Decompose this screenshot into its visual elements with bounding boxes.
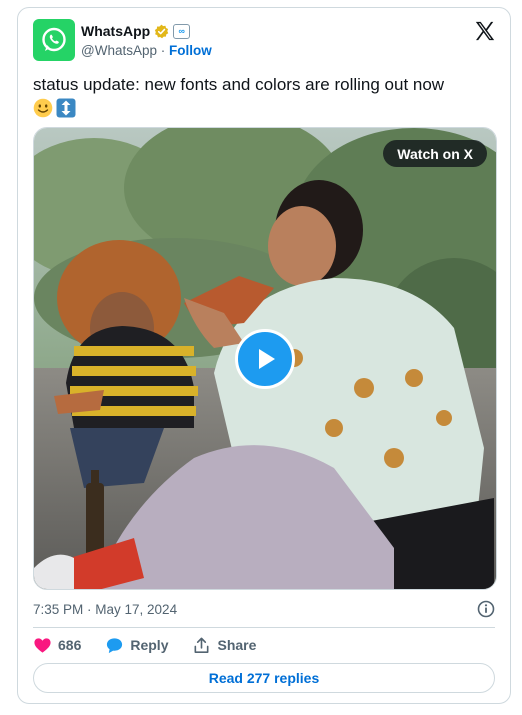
- timestamp-row: 7:35 PM · May 17, 2024: [33, 598, 495, 620]
- share-label: Share: [217, 637, 257, 653]
- avatar[interactable]: [33, 19, 75, 61]
- slightly-smiling-face-emoji-icon: [33, 98, 53, 118]
- tweet-card: WhatsApp ∞ @WhatsApp · Follow status upd…: [17, 7, 511, 704]
- info-icon[interactable]: [477, 600, 495, 618]
- account-name[interactable]: WhatsApp: [81, 22, 150, 40]
- reply-label: Reply: [130, 637, 169, 653]
- reply-bubble-icon: [107, 637, 123, 653]
- affiliate-badge-icon[interactable]: ∞: [173, 23, 191, 39]
- tweet-header: WhatsApp ∞ @WhatsApp · Follow: [33, 19, 496, 63]
- divider: [33, 627, 495, 628]
- tweet-text: status update: new fonts and colors are …: [33, 75, 445, 94]
- like-button[interactable]: 686: [33, 636, 81, 655]
- verified-badge-icon[interactable]: [154, 24, 169, 39]
- account-names: WhatsApp ∞ @WhatsApp · Follow: [81, 22, 212, 60]
- share-button[interactable]: Share: [192, 636, 256, 655]
- play-icon: [259, 349, 275, 369]
- handle-separator: ·: [160, 43, 166, 58]
- whatsapp-logo-icon: [42, 27, 66, 52]
- tweet-emojis: [33, 98, 493, 118]
- watch-on-x-button[interactable]: Watch on X: [383, 140, 487, 167]
- like-count: 686: [58, 637, 82, 653]
- follow-button[interactable]: Follow: [169, 43, 212, 58]
- tweet-timestamp[interactable]: 7:35 PM · May 17, 2024: [33, 602, 177, 617]
- account-handle[interactable]: @WhatsApp: [81, 43, 157, 58]
- tweet-text-block: status update: new fonts and colors are …: [33, 74, 493, 118]
- read-replies-button[interactable]: Read 277 replies: [33, 663, 495, 693]
- reply-button[interactable]: Reply: [105, 636, 168, 655]
- play-button[interactable]: [235, 329, 295, 389]
- up-down-arrow-emoji-icon: [56, 98, 76, 118]
- heart-icon: [34, 637, 51, 653]
- x-logo-icon[interactable]: [474, 20, 496, 42]
- tweet-actions: 686 Reply Share: [33, 633, 280, 657]
- tweet-video[interactable]: Watch on X: [33, 127, 497, 590]
- share-icon: [195, 637, 209, 653]
